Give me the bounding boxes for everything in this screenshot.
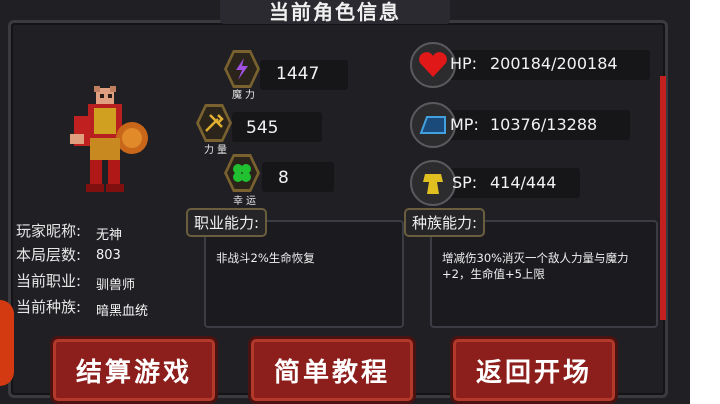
job-ability-text: 非战斗2%生命恢复 xyxy=(216,251,315,265)
character-info-panel: 当前角色信息 魔力 1447 力量 545 幸运 8 HP: 200184/20… xyxy=(0,0,690,404)
magic-value: 1447 xyxy=(276,64,320,84)
magic-label: 魔力 xyxy=(232,90,258,101)
tutorial-button[interactable]: 简单教程 xyxy=(248,336,416,404)
back-to-start-button[interactable]: 返回开场 xyxy=(450,336,618,404)
strength-value: 545 xyxy=(246,118,279,138)
luck-label: 幸运 xyxy=(233,196,259,207)
job-label: 当前职业: xyxy=(16,272,82,290)
hp-label: HP: xyxy=(450,54,478,73)
luck-icon xyxy=(233,164,251,182)
magic-icon xyxy=(236,58,248,80)
job-value: 驯兽师 xyxy=(96,278,136,293)
mp-value: 10376/13288 xyxy=(490,115,598,134)
stamina-icon xyxy=(423,174,443,194)
strength-label: 力量 xyxy=(204,145,230,156)
right-red-bar xyxy=(660,76,666,320)
sp-label: SP: xyxy=(452,173,478,192)
race-value: 暗黑血统 xyxy=(96,304,149,319)
race-ability-text: 增减伤30%消灭一个敌人力量与魔力+2，生命值+5上限 xyxy=(442,251,629,281)
left-red-orb xyxy=(0,300,14,386)
hero-sprite xyxy=(70,86,148,192)
strength-icon xyxy=(205,114,224,132)
luck-value: 8 xyxy=(278,168,289,188)
sp-badge xyxy=(410,160,456,206)
floor-label: 本局层数: xyxy=(16,246,82,264)
heart-icon xyxy=(419,52,447,77)
nickname-label: 玩家昵称: xyxy=(16,222,82,240)
luck-stat-bar xyxy=(262,162,334,192)
panel-title: 当前角色信息 xyxy=(269,0,401,24)
sp-value: 414/444 xyxy=(490,173,557,192)
job-ability-header: 职业能力: xyxy=(186,208,268,237)
race-label: 当前种族: xyxy=(16,298,82,316)
settle-game-button[interactable]: 结算游戏 xyxy=(50,336,218,404)
race-ability-header: 种族能力: xyxy=(404,208,486,237)
nickname-value: 无神 xyxy=(96,228,123,243)
mana-icon xyxy=(419,116,446,134)
mp-label: MP: xyxy=(450,115,479,134)
hp-value: 200184/200184 xyxy=(490,54,618,73)
floor-value: 803 xyxy=(96,248,121,263)
